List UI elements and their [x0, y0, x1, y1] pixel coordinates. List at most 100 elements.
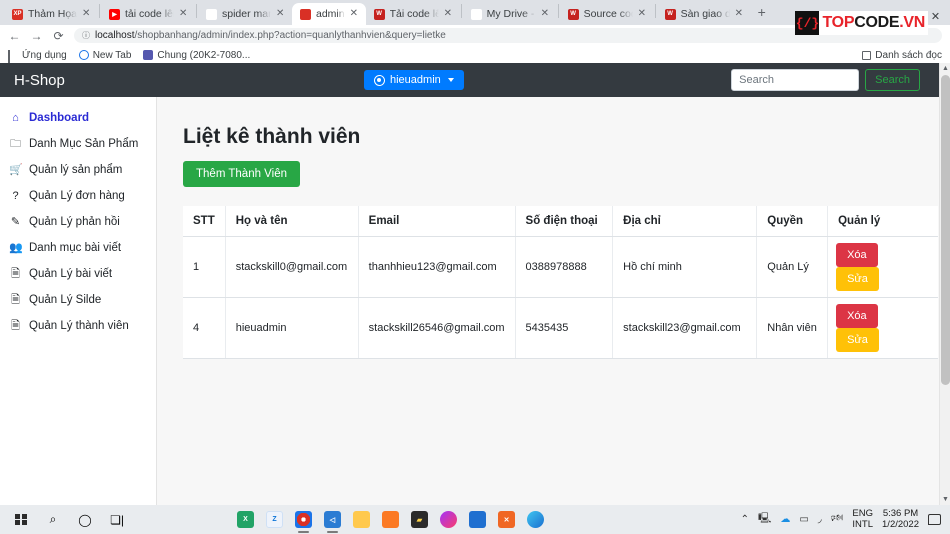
cell-address: Hồ chí minh [612, 236, 758, 298]
doc-icon: W [664, 8, 676, 20]
user-menu-label: hieuadmin [390, 74, 441, 86]
language-indicator[interactable]: ENG INTL [852, 507, 874, 531]
close-icon[interactable]: ✕ [179, 9, 189, 19]
close-icon[interactable]: ✕ [735, 9, 745, 19]
new-tab-button[interactable]: + [751, 4, 773, 22]
sidebar-item-posts[interactable]: 🗎 Quản Lý bài viết [0, 261, 156, 287]
close-icon[interactable]: ✕ [638, 9, 648, 19]
edit-button[interactable]: Sửa [836, 328, 879, 352]
windows-logo-icon [15, 513, 27, 526]
tab-title: spider man black [222, 8, 271, 20]
sidebar-item-feedback[interactable]: ✎ Quản Lý phản hồi [0, 209, 156, 235]
display-icon[interactable]: 🖳 [758, 511, 771, 528]
topcode-mark-icon: {/} [795, 11, 820, 35]
chrome-app-icon[interactable] [295, 511, 312, 533]
sidebar-item-label: Danh Mục Sản Phẩm [29, 138, 139, 150]
search-icon[interactable]: ⌕ [37, 505, 69, 534]
notepad-app-icon[interactable]: ▰ [411, 511, 428, 528]
sidebar-item-products[interactable]: 🛒 Quản lý sản phẩm [0, 157, 156, 183]
tab-title: tải code lên share [125, 8, 174, 20]
sidebar-item-dashboard[interactable]: ⌂ Dashboard [0, 105, 156, 131]
url-text: localhost/shopbanhang/admin/index.php?ac… [95, 30, 446, 41]
tab-separator [460, 3, 462, 18]
page-scrollbar[interactable]: ▲ ▼ [939, 63, 950, 505]
user-menu-button[interactable]: hieuadmin [364, 70, 464, 90]
tab-title: Sàn giao dịch sou [680, 8, 730, 20]
xampp-app-icon[interactable] [382, 511, 399, 528]
back-icon[interactable]: ← [8, 29, 21, 43]
column-header-stt: STT [183, 206, 226, 237]
add-member-button[interactable]: Thêm Thành Viên [183, 161, 300, 187]
clock[interactable]: 5:36 PM 1/2/2022 [882, 508, 919, 531]
language-line-1: ENG [852, 507, 874, 519]
browser-tab[interactable]: G spider man black ✕ [198, 3, 292, 25]
scroll-down-icon[interactable]: ▼ [940, 494, 950, 505]
sidebar-item-post-categories[interactable]: 👥 Danh mục bài viết [0, 235, 156, 261]
topcode-logo-text: TOPCODE.VN [822, 14, 925, 32]
app-navbar: H-Shop hieuadmin Search Search [0, 63, 950, 97]
tab-title: admin [316, 8, 345, 20]
sidebar-item-slides[interactable]: 🗎 Quản Lý Silde [0, 287, 156, 313]
table-row[interactable]: 4 hieuadmin stackskill26546@gmail.com 54… [183, 297, 938, 359]
sidebar-item-label: Quản Lý Silde [29, 294, 102, 306]
cart-icon: 🛒 [9, 163, 23, 176]
cell-phone: 0388978888 [515, 236, 614, 298]
wifi-icon[interactable]: ◞ [818, 514, 822, 525]
browser-tab[interactable]: XP Thảm Họa Hạt Nh ✕ [4, 3, 98, 25]
browser-tab-active[interactable]: admin ✕ [292, 3, 366, 25]
close-icon[interactable]: ✕ [350, 9, 360, 19]
xampp2-app-icon[interactable]: ✕ [498, 511, 515, 528]
zalo-app-icon[interactable]: Z [266, 511, 283, 528]
photos-app-icon[interactable] [469, 511, 486, 528]
bookmark-new-tab[interactable]: New Tab [78, 50, 131, 61]
search-button[interactable]: Search [865, 69, 920, 91]
cortana-icon[interactable]: ◯ [69, 505, 101, 534]
close-icon[interactable]: ✕ [444, 9, 454, 19]
edit-button[interactable]: Sửa [836, 267, 879, 291]
sidebar-item-members[interactable]: 🗎 Quản Lý thành viên [0, 313, 156, 339]
browser-tab[interactable]: ▲ My Drive - Googl ✕ [463, 3, 557, 25]
sidebar-item-product-categories[interactable]: 🗀 Danh Mục Sản Phẩm [0, 131, 156, 157]
app-brand[interactable]: H-Shop [14, 72, 65, 89]
bookmark-teams[interactable]: Chung (20K2-7080... [143, 50, 250, 61]
browser-tab[interactable]: W Tải code lên ✕ [366, 3, 460, 25]
onedrive-icon[interactable]: ☁ [780, 514, 790, 525]
battery-icon[interactable]: ▭ [799, 514, 808, 525]
bookmark-apps[interactable]: Ứng dụng [8, 50, 67, 68]
notification-icon[interactable] [928, 514, 941, 525]
reload-icon[interactable]: ⟳ [52, 29, 65, 43]
start-icon[interactable] [5, 505, 37, 534]
edge-app-icon[interactable] [527, 511, 544, 528]
table-header-row: STT Họ và tên Email Số điện thoại Địa ch… [183, 206, 938, 237]
close-icon[interactable]: ✕ [541, 9, 551, 19]
delete-button[interactable]: Xóa [836, 304, 878, 328]
site-info-icon[interactable]: ⓘ [82, 30, 90, 41]
sidebar-item-label: Quản Lý bài viết [29, 268, 113, 280]
file-explorer-app-icon[interactable] [353, 511, 370, 528]
close-icon[interactable]: ✕ [82, 9, 92, 19]
task-view-icon[interactable]: ❏| [101, 505, 133, 534]
cell-email: stackskill26546@gmail.com [358, 297, 516, 359]
close-icon[interactable]: ✕ [276, 9, 286, 19]
volume-icon[interactable]: 🕬 [831, 511, 844, 528]
vscode-app-icon[interactable]: ◁ [324, 511, 341, 533]
sidebar-item-orders[interactable]: ? Quản Lý đơn hàng [0, 183, 156, 209]
table-row[interactable]: 1 stackskill0@gmail.com thanhhieu123@gma… [183, 236, 938, 298]
browser-tab[interactable]: W Source code Kiếm ✕ [560, 3, 654, 25]
browser-tab[interactable]: ▶ tải code lên share ✕ [101, 3, 195, 25]
reading-list-button[interactable]: Danh sách đọc [862, 50, 942, 61]
scroll-up-icon[interactable]: ▲ [940, 63, 950, 74]
delete-button[interactable]: Xóa [836, 243, 878, 267]
forward-icon[interactable]: → [30, 29, 43, 43]
teams-icon [143, 50, 154, 60]
page-viewport: H-Shop hieuadmin Search Search ⌂ Dashboa… [0, 63, 950, 505]
column-header-address: Địa chỉ [612, 206, 758, 237]
browser-tab[interactable]: W Sàn giao dịch sou ✕ [657, 3, 751, 25]
excel-app-icon[interactable]: X [237, 511, 254, 528]
globe-icon [78, 50, 89, 60]
chevron-up-icon[interactable]: ⌃ [741, 514, 749, 525]
users-icon: 👥 [9, 241, 23, 254]
messenger-app-icon[interactable] [440, 511, 457, 528]
search-input[interactable]: Search [731, 69, 860, 91]
scrollbar-thumb[interactable] [941, 75, 950, 385]
